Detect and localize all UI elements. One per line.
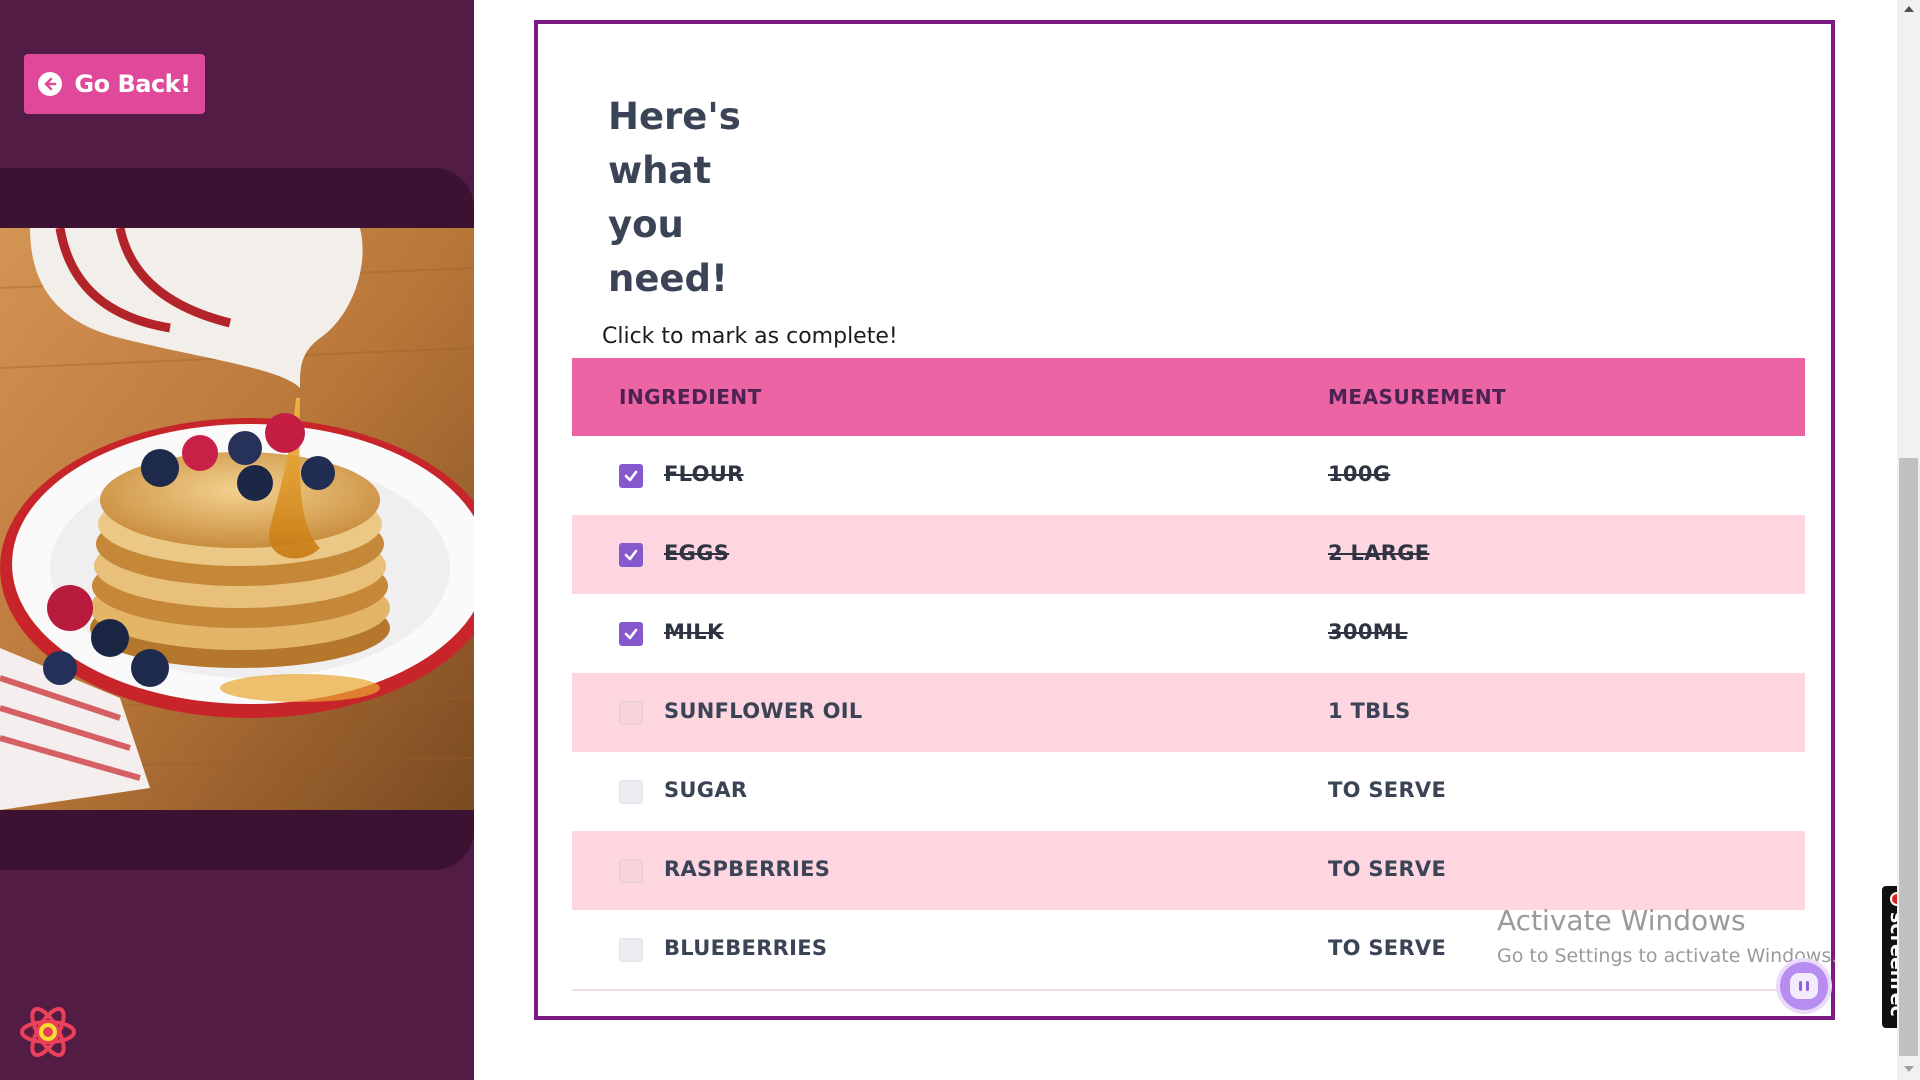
ingredient-column-header: INGREDIENT <box>619 385 762 409</box>
scrollbar-thumb[interactable] <box>1899 458 1918 1056</box>
ingredient-measurement: 100G <box>1328 462 1391 486</box>
ingredient-name: FLOUR <box>664 462 744 486</box>
sidebar: Go Back! <box>0 0 474 1080</box>
ingredient-measurement: TO SERVE <box>1328 936 1447 960</box>
ingredient-name: RASPBERRIES <box>664 857 831 881</box>
ingredient-name: BLUEBERRIES <box>664 936 828 960</box>
ingredient-measurement: 1 TBLS <box>1328 699 1411 723</box>
table-row[interactable]: SUNFLOWER OIL 1 TBLS <box>572 673 1805 752</box>
ingredient-name: SUGAR <box>664 778 748 802</box>
chat-bubble-inner <box>1790 973 1818 999</box>
checkbox[interactable] <box>619 622 643 646</box>
ingredient-measurement: 300ML <box>1328 620 1408 644</box>
go-back-label: Go Back! <box>74 70 191 98</box>
go-back-button[interactable]: Go Back! <box>24 54 205 114</box>
page-title: Here's what you need! <box>608 95 741 300</box>
ingredient-measurement: TO SERVE <box>1328 778 1447 802</box>
checkbox[interactable] <box>619 938 643 962</box>
pancakes-photo <box>0 228 474 810</box>
table-bottom-border <box>572 989 1805 991</box>
scroll-down-icon[interactable] <box>1904 1066 1914 1072</box>
activate-windows-title: Activate Windows <box>1497 904 1746 937</box>
checkbox[interactable] <box>619 464 643 488</box>
table-row[interactable]: FLOUR 100G <box>572 436 1805 515</box>
checkbox[interactable] <box>619 543 643 567</box>
table-row[interactable]: SUGAR TO SERVE <box>572 752 1805 831</box>
activate-windows-watermark: Activate Windows Go to Settings to activ… <box>1497 904 1837 967</box>
chat-bubble-icon[interactable] <box>1776 958 1832 1014</box>
react-logo-icon <box>20 1006 76 1058</box>
table-row[interactable]: MILK 300ML <box>572 594 1805 673</box>
table-header: INGREDIENT MEASUREMENT <box>572 358 1805 436</box>
ingredient-name: EGGS <box>664 541 730 565</box>
checkbox[interactable] <box>619 780 643 804</box>
recipe-photo-card <box>0 168 474 870</box>
arrow-left-circle-icon <box>38 72 63 96</box>
ingredient-name: SUNFLOWER OIL <box>664 699 863 723</box>
table-row[interactable]: EGGS 2 LARGE <box>572 515 1805 594</box>
ingredient-measurement: 2 LARGE <box>1328 541 1430 565</box>
ingredients-table: INGREDIENT MEASUREMENT FLOUR 100G EGGS 2… <box>572 358 1805 991</box>
scroll-up-icon[interactable] <box>1904 6 1914 12</box>
page-scrollbar[interactable] <box>1897 0 1920 1080</box>
ingredient-measurement: TO SERVE <box>1328 857 1447 881</box>
table-row[interactable]: RASPBERRIES TO SERVE <box>572 831 1805 910</box>
measurement-column-header: MEASUREMENT <box>1328 385 1507 409</box>
instructions-text: Click to mark as complete! <box>602 324 898 349</box>
checkbox[interactable] <box>619 701 643 725</box>
ingredients-card: Here's what you need! Click to mark as c… <box>534 20 1835 1020</box>
checkbox[interactable] <box>619 859 643 883</box>
ingredient-name: MILK <box>664 620 724 644</box>
